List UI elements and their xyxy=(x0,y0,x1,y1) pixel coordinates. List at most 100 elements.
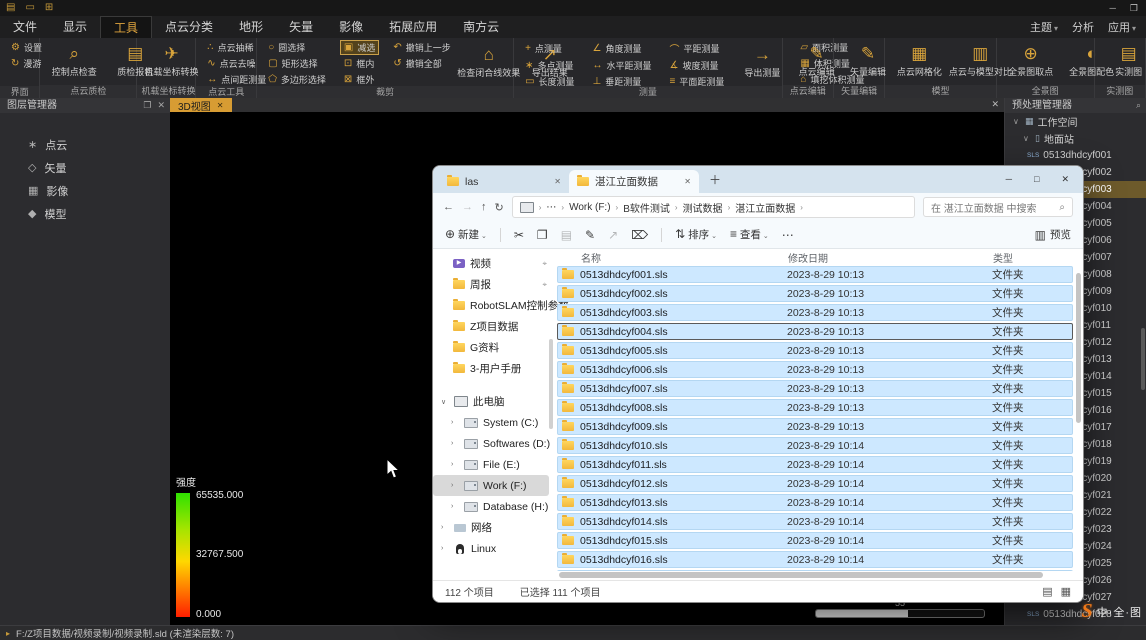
table-row[interactable]: 0513dhdcyf011.sls2023-8-29 10:14文件夹 xyxy=(557,456,1073,473)
details-view-icon[interactable]: ▤ xyxy=(1042,585,1052,598)
add-icon[interactable]: ⊞ xyxy=(45,3,53,13)
caret-down-icon[interactable]: ∨ xyxy=(441,398,449,406)
file-explorer-window[interactable]: las✕湛江立面数据✕ ＋ ─ □ ✕ ← → ↑ ↻ ›⋯›Work (F:)… xyxy=(432,165,1084,603)
table-row[interactable]: 0513dhdcyf010.sls2023-8-29 10:14文件夹 xyxy=(557,437,1073,454)
tree-node-workspace[interactable]: ∨▦工作空间 xyxy=(1005,113,1146,130)
menu-item-显示[interactable]: 显示 xyxy=(50,16,100,38)
ribbon-button-平距测量[interactable]: ⌒平距测量 xyxy=(666,40,729,57)
caret-right-icon[interactable]: › xyxy=(441,524,449,531)
caret-right-icon[interactable]: › xyxy=(451,482,459,489)
breadcrumb-crumb[interactable]: B软件测试 xyxy=(623,200,670,215)
tree-item-0513dhdcyf001[interactable]: SLS0513dhdcyf001 xyxy=(1005,147,1146,164)
forward-button[interactable]: → xyxy=(462,201,473,213)
table-row[interactable]: 0513dhdcyf002.sls2023-8-29 10:13文件夹 xyxy=(557,285,1073,302)
column-header-修改日期[interactable]: 修改日期 xyxy=(788,250,993,265)
menu-item-地形[interactable]: 地形 xyxy=(226,16,276,38)
ribbon-button-实测图[interactable]: ▤实测图 xyxy=(1102,44,1146,79)
explorer-tab-las[interactable]: las✕ xyxy=(439,170,569,193)
table-row[interactable]: 0513dhdcyf001.sls2023-8-29 10:13文件夹 xyxy=(557,266,1073,283)
nav-item-网络[interactable]: ›网络 xyxy=(433,517,553,538)
save-icon[interactable]: ▤ xyxy=(6,3,15,13)
table-row[interactable]: 0513dhdcyf006.sls2023-8-29 10:13文件夹 xyxy=(557,361,1073,378)
nav-item-Softwares (D:)[interactable]: ›Softwares (D:) xyxy=(433,433,553,454)
ribbon-button-全景图取点[interactable]: ⊕全景图取点 xyxy=(1004,44,1058,79)
close-tab-icon[interactable]: ✕ xyxy=(554,177,561,186)
caret-right-icon[interactable]: › xyxy=(451,461,459,468)
close-tab-icon[interactable]: ✕ xyxy=(217,101,224,110)
ribbon-button-撤销上一步[interactable]: ↶撤销上一步 xyxy=(389,40,454,55)
close-panel-icon[interactable]: ✕ xyxy=(157,98,165,113)
menu-item-点云分类[interactable]: 点云分类 xyxy=(152,16,226,38)
ribbon-button-圆选择[interactable]: ○圆选择 xyxy=(264,40,330,55)
caret-right-icon[interactable]: › xyxy=(451,440,459,447)
table-row[interactable]: 0513dhdcyf013.sls2023-8-29 10:14文件夹 xyxy=(557,494,1073,511)
ribbon-button-点云网格化[interactable]: ▦点云网格化 xyxy=(892,44,946,79)
table-row[interactable]: 0513dhdcyf004.sls2023-8-29 10:13文件夹 xyxy=(557,323,1073,340)
menu-right-应用[interactable]: 应用▾ xyxy=(1108,19,1136,35)
caret-down-icon[interactable]: ∨ xyxy=(1023,134,1031,143)
close-tab-icon[interactable]: ✕ xyxy=(684,177,691,186)
paste-icon[interactable]: ▤ xyxy=(561,228,572,242)
share-icon[interactable]: ↗ xyxy=(608,228,618,242)
new-tab-button[interactable]: ＋ xyxy=(699,171,731,188)
ribbon-button-控制点检查[interactable]: ⌕控制点检查 xyxy=(47,44,101,79)
delete-icon[interactable]: ⌦ xyxy=(631,228,648,242)
breadcrumb-crumb[interactable]: Work (F:) xyxy=(569,202,610,213)
menu-right-主题[interactable]: 主题▾ xyxy=(1030,19,1058,35)
table-row[interactable]: 0513dhdcyf005.sls2023-8-29 10:13文件夹 xyxy=(557,342,1073,359)
nav-item-3-用户手册[interactable]: 3-用户手册 xyxy=(433,358,553,379)
layer-item-模型[interactable]: ◆模型 xyxy=(0,202,170,225)
breadcrumb[interactable]: ›⋯›Work (F:)›B软件测试›测试数据›湛江立面数据› xyxy=(512,196,915,218)
refresh-button[interactable]: ↻ xyxy=(495,201,504,214)
explorer-tab-湛江立面数据[interactable]: 湛江立面数据✕ xyxy=(569,170,699,193)
menu-right-分析[interactable]: 分析 xyxy=(1072,19,1094,35)
layer-item-点云[interactable]: ∗点云 xyxy=(0,133,170,156)
nav-item-Database (H:)[interactable]: ›Database (H:) xyxy=(433,496,553,517)
nav-item-周报[interactable]: 周报⌖ xyxy=(433,274,553,295)
nav-item-Linux[interactable]: ›Linux xyxy=(433,538,553,559)
breadcrumb-ellipsis[interactable]: ⋯ xyxy=(546,202,556,213)
float-panel-icon[interactable]: ❐ xyxy=(143,98,151,113)
back-button[interactable]: ← xyxy=(443,201,454,213)
breadcrumb-crumb[interactable]: 湛江立面数据 xyxy=(735,200,795,215)
menu-item-南方云[interactable]: 南方云 xyxy=(450,16,512,38)
column-header-名称[interactable]: 名称 xyxy=(557,250,788,265)
ribbon-button-点测量[interactable]: +点测量 xyxy=(521,41,578,56)
more-icon[interactable]: ⋯ xyxy=(782,228,794,242)
rename-icon[interactable]: ✎ xyxy=(585,228,595,242)
column-header-类型[interactable]: 类型 xyxy=(993,250,1073,265)
ribbon-button-减选[interactable]: ▣减选 xyxy=(340,40,379,55)
caret-right-icon[interactable]: › xyxy=(451,419,459,426)
nav-item-File (E:)[interactable]: ›File (E:) xyxy=(433,454,553,475)
menu-item-拓展应用[interactable]: 拓展应用 xyxy=(376,16,450,38)
table-row[interactable]: 0513dhdcyf017.sls2023-8-29 10:14文件夹 xyxy=(557,570,1073,571)
new-button[interactable]: ⊕ 新建⌄ xyxy=(445,227,487,242)
horizontal-scrollbar[interactable] xyxy=(559,572,1043,578)
copy-icon[interactable]: ❐ xyxy=(537,228,548,242)
ribbon-button-角度测量[interactable]: ∠角度测量 xyxy=(589,41,656,56)
menu-item-影像[interactable]: 影像 xyxy=(326,16,376,38)
open-folder-icon[interactable]: ▭ xyxy=(25,3,34,13)
tree-node-station[interactable]: ∨▯地面站 xyxy=(1005,130,1146,147)
ribbon-button-矩形选择[interactable]: ▢矩形选择 xyxy=(264,56,330,71)
caret-down-icon[interactable]: ∨ xyxy=(1013,117,1021,126)
minimize-button[interactable]: ─ xyxy=(1110,3,1116,14)
list-header[interactable]: 名称修改日期类型 xyxy=(557,249,1073,266)
cut-icon[interactable]: ✂ xyxy=(514,228,524,242)
ribbon-button-检查闭合线效果[interactable]: ⌂检查闭合线效果 xyxy=(462,45,516,80)
search-input[interactable]: 在 湛江立面数据 中搜索 ⌕ xyxy=(923,197,1073,217)
table-row[interactable]: 0513dhdcyf016.sls2023-8-29 10:14文件夹 xyxy=(557,551,1073,568)
large-icons-view-icon[interactable]: ▦ xyxy=(1061,585,1071,598)
table-row[interactable]: 0513dhdcyf009.sls2023-8-29 10:13文件夹 xyxy=(557,418,1073,435)
preprocess-scrollbar[interactable] xyxy=(1141,328,1145,390)
nav-item-this-pc[interactable]: ∨此电脑 xyxy=(433,391,553,412)
caret-right-icon[interactable]: › xyxy=(451,503,459,510)
table-row[interactable]: 0513dhdcyf003.sls2023-8-29 10:13文件夹 xyxy=(557,304,1073,321)
vertical-scrollbar[interactable] xyxy=(1076,273,1081,423)
explorer-minimize-button[interactable]: ─ xyxy=(1006,174,1012,185)
nav-item-System (C:)[interactable]: ›System (C:) xyxy=(433,412,553,433)
menu-item-工具[interactable]: 工具 xyxy=(100,16,152,38)
table-row[interactable]: 0513dhdcyf015.sls2023-8-29 10:14文件夹 xyxy=(557,532,1073,549)
nav-item-视频[interactable]: ▶视频⌖ xyxy=(433,253,553,274)
up-button[interactable]: ↑ xyxy=(481,201,487,213)
